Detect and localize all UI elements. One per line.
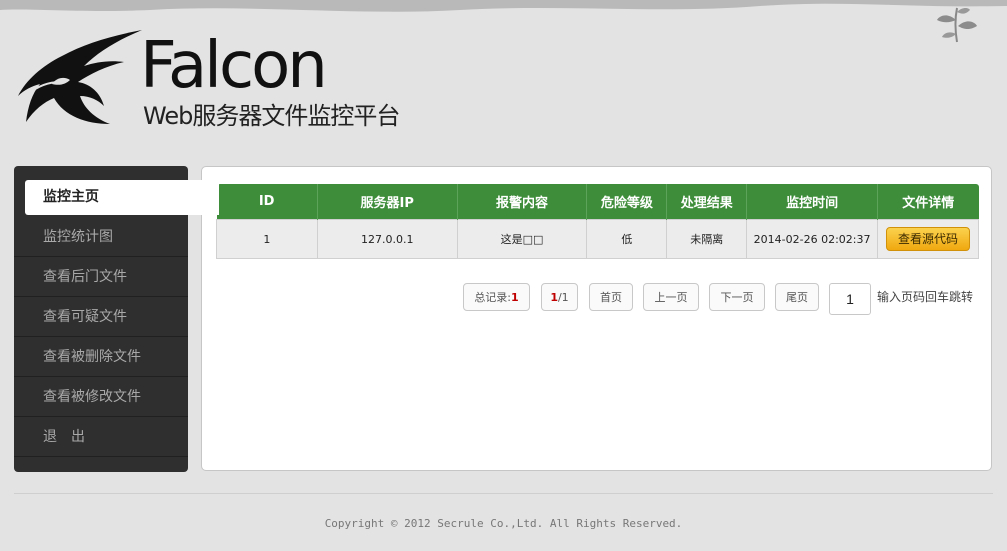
sidebar-item-dashboard[interactable]: 监控主页 — [25, 180, 219, 215]
total-pages: /1 — [557, 291, 569, 304]
sidebar-item-suspicious-files[interactable]: 查看可疑文件 — [14, 298, 188, 337]
column-header-server-ip: 服务器IP — [316, 184, 458, 220]
total-records-badge: 总记录:1 — [463, 283, 530, 311]
total-records-label: 总记录: — [474, 291, 512, 304]
cell-server-ip: 127.0.0.1 — [316, 219, 458, 259]
falcon-logo-icon — [18, 30, 142, 124]
main-panel: ID 服务器IP 报警内容 危险等级 处理结果 监控时间 文件详情 1 127.… — [201, 166, 992, 471]
column-header-handling-result: 处理结果 — [666, 184, 747, 220]
sidebar-item-logout[interactable]: 退 出 — [14, 418, 188, 457]
cell-file-details: 查看源代码 — [876, 219, 980, 259]
cell-risk-level: 低 — [586, 219, 668, 259]
cell-alert-content: 这是□□ — [456, 219, 588, 259]
column-header-id: ID — [216, 184, 318, 220]
leaf-decoration-icon — [937, 7, 977, 43]
column-header-risk-level: 危险等级 — [586, 184, 667, 220]
sidebar-item-deleted-files[interactable]: 查看被删除文件 — [14, 338, 188, 377]
sidebar-item-statistics-chart[interactable]: 监控统计图 — [14, 218, 188, 257]
brand-subtitle: Web服务器文件监控平台 — [143, 102, 400, 130]
column-header-alert-content: 报警内容 — [456, 184, 587, 220]
page-number-input[interactable] — [829, 283, 871, 315]
cell-monitor-time: 2014-02-26 02:02:37 — [746, 219, 878, 259]
next-page-button[interactable]: 下一页 — [709, 283, 765, 311]
sidebar-nav: 监控主页 监控统计图 查看后门文件 查看可疑文件 查看被删除文件 查看被修改文件… — [14, 166, 219, 472]
table-header-row: ID 服务器IP 报警内容 危险等级 处理结果 监控时间 文件详情 — [216, 184, 979, 220]
column-header-file-details: 文件详情 — [876, 184, 979, 220]
sidebar-item-backdoor-files[interactable]: 查看后门文件 — [14, 258, 188, 297]
pagination: 总记录:1 1/1 首页 上一页 下一页 尾页 输入页码回车跳转 — [202, 283, 993, 315]
sidebar-item-modified-files[interactable]: 查看被修改文件 — [14, 378, 188, 417]
cell-handling-result: 未隔离 — [666, 219, 748, 259]
copyright-text: Copyright © 2012 Secrule Co.,Ltd. All Ri… — [324, 517, 683, 530]
prev-page-button[interactable]: 上一页 — [643, 283, 699, 311]
page-indicator: 1/1 — [541, 283, 578, 311]
last-page-button[interactable]: 尾页 — [775, 283, 819, 311]
brand-title: Falcon — [140, 29, 328, 103]
total-records-count: 1 — [511, 291, 519, 304]
current-page: 1 — [550, 291, 558, 304]
table-row: 1 127.0.0.1 这是□□ 低 未隔离 2014-02-26 02:02:… — [216, 219, 980, 259]
alerts-table: ID 服务器IP 报警内容 危险等级 处理结果 监控时间 文件详情 1 127.… — [216, 184, 980, 259]
jump-hint-label: 输入页码回车跳转 — [877, 290, 974, 304]
first-page-button[interactable]: 首页 — [589, 283, 633, 311]
footer-divider — [14, 493, 993, 494]
column-header-monitor-time: 监控时间 — [746, 184, 878, 220]
view-source-button[interactable]: 查看源代码 — [885, 227, 970, 251]
top-wave-decoration — [0, 0, 1007, 12]
cell-id: 1 — [216, 219, 318, 259]
